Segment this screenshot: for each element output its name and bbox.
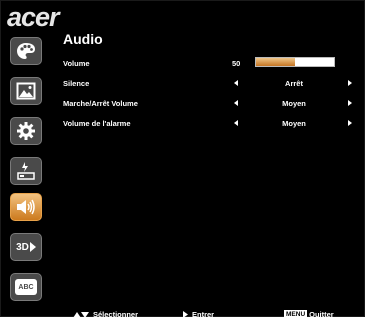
power-info-icon [16,161,36,181]
silence-right-arrow-icon[interactable] [348,80,352,86]
alarm-volume-right-arrow-icon[interactable] [348,120,352,126]
enter-hint: Entrer [183,310,214,319]
quit-hint: MENU Quitter [284,310,334,319]
volume-slider-fill [256,58,295,66]
volume-value: 50 [232,59,241,68]
volume-toggle-right-arrow-icon[interactable] [348,100,352,106]
sidebar-item-color[interactable] [10,37,42,65]
sidebar-item-settings[interactable] [10,117,42,145]
alarm-volume-left-arrow-icon[interactable] [234,120,238,126]
abc-icon: ABC [15,279,37,295]
3d-icon: 3D [16,242,36,253]
volume-label: Volume [63,59,90,68]
footer-hints: Sélectionner Entrer MENU Quitter [1,310,365,320]
palette-icon [16,42,36,60]
enter-label: Entrer [192,310,215,319]
select-label: Sélectionner [93,310,139,319]
page-title: Audio [63,31,103,47]
acer-logo: acer [7,2,60,32]
sidebar-item-audio[interactable] [10,193,42,221]
volume-toggle-left-arrow-icon[interactable] [234,100,238,106]
gear-icon [16,121,36,141]
quit-label: Quitter [309,310,334,319]
menu-key-badge: MENU [284,310,308,319]
silence-label: Silence [63,79,90,88]
silence-left-arrow-icon[interactable] [234,80,238,86]
sidebar-item-power[interactable] [10,157,42,185]
picture-icon [16,82,36,100]
speaker-icon [15,198,37,216]
sidebar-item-3d[interactable]: 3D [10,233,42,261]
sidebar-item-image[interactable] [10,77,42,105]
osd-menu: acer 3D ABC Audio Volume 50 Silence Arrê… [0,0,365,320]
volume-toggle-label: Marche/Arrêt Volume [63,99,138,108]
silence-value: Arrêt [285,79,303,88]
sidebar-item-language[interactable]: ABC [10,273,42,301]
alarm-volume-label: Volume de l'alarme [63,119,131,128]
select-hint: Sélectionner [73,310,138,319]
volume-toggle-value: Moyen [282,99,306,108]
alarm-volume-value: Moyen [282,119,306,128]
volume-slider[interactable] [255,57,335,67]
